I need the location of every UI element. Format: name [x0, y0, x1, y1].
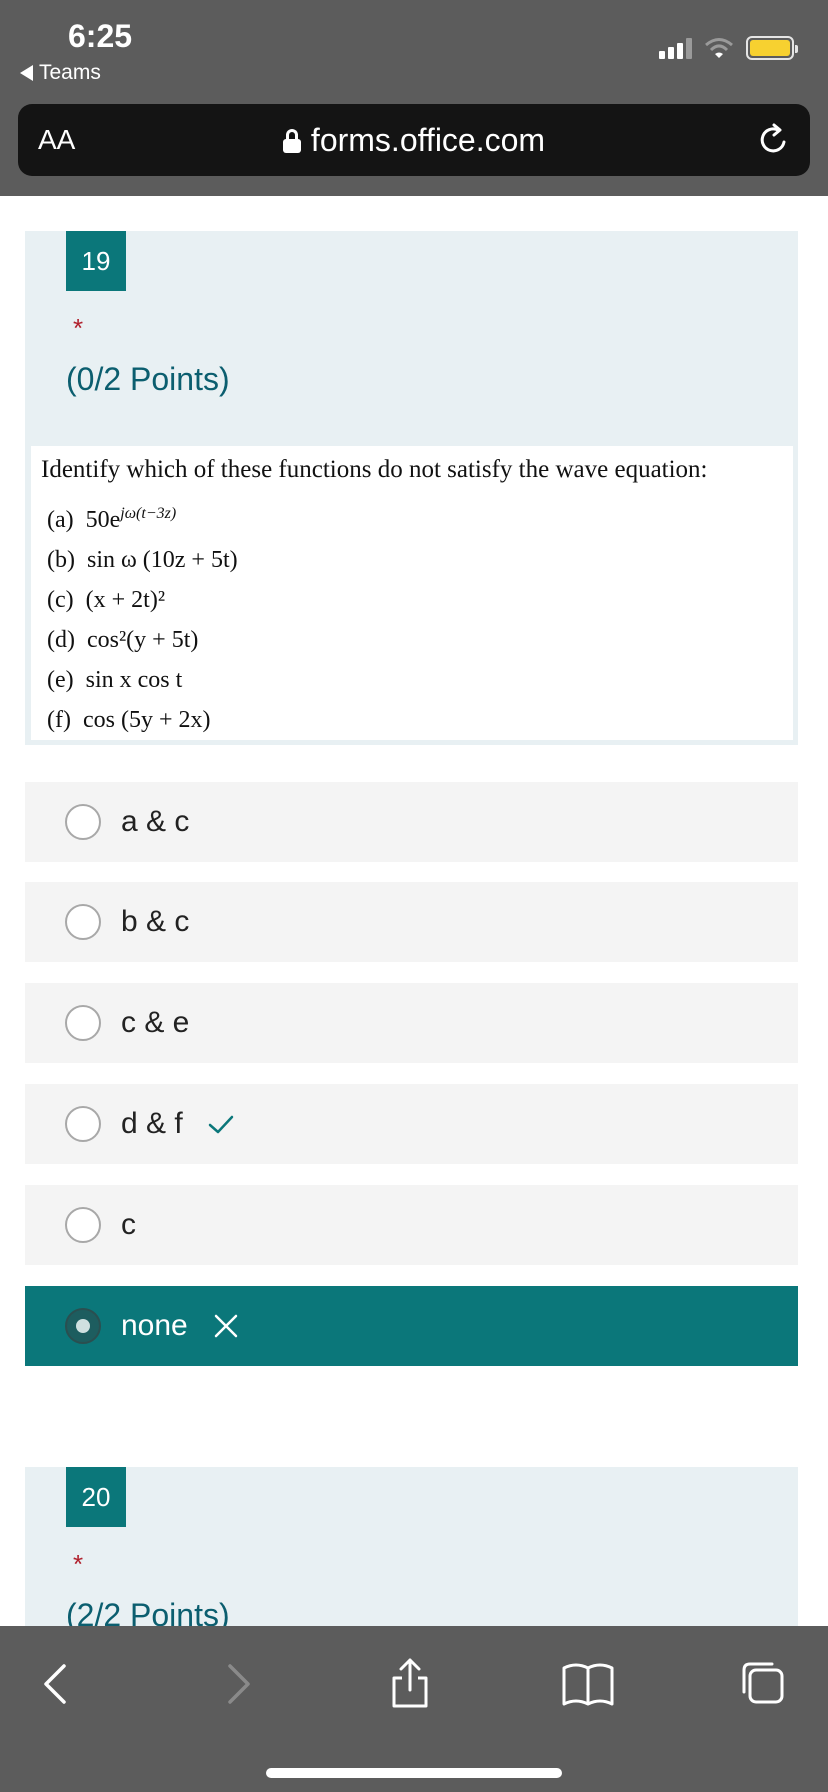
option-label: d & f — [121, 1107, 183, 1140]
status-indicators — [659, 36, 798, 60]
forward-chevron-icon[interactable] — [208, 1656, 264, 1712]
option-label: b & c — [121, 905, 190, 938]
cellular-signal-icon — [659, 37, 692, 59]
radio-button[interactable] — [65, 1106, 101, 1142]
back-to-app-link[interactable]: Teams — [20, 61, 101, 85]
question-number: 19 — [66, 231, 126, 291]
url-display[interactable]: forms.office.com — [18, 122, 810, 159]
option-label: a & c — [121, 805, 190, 838]
status-time: 6:25 — [68, 18, 133, 54]
function-e: (e) sin x cos t — [47, 667, 183, 693]
option-c-e[interactable]: c & e — [25, 983, 798, 1063]
function-d: (d) cos²(y + 5t) — [47, 627, 199, 653]
question-prompt: Identify which of these functions do not… — [41, 456, 708, 483]
reload-icon[interactable] — [754, 120, 794, 160]
question-points: (0/2 Points) — [66, 361, 230, 397]
correct-check-icon — [208, 1115, 233, 1134]
option-label: c & e — [121, 1006, 190, 1039]
share-icon[interactable] — [382, 1656, 438, 1712]
option-c[interactable]: c — [25, 1185, 798, 1265]
battery-icon — [746, 36, 798, 60]
function-f: (f) cos (5y + 2x) — [47, 707, 211, 733]
function-b: (b) sin ω (10z + 5t) — [47, 547, 238, 573]
option-label: c — [121, 1208, 136, 1241]
lock-icon — [282, 128, 301, 153]
required-mark: * — [73, 313, 84, 343]
wifi-icon — [705, 38, 733, 58]
function-a: (a) 50ejω(t−3z) — [47, 505, 177, 533]
back-chevron-icon[interactable] — [30, 1656, 86, 1712]
radio-button[interactable] — [65, 1005, 101, 1041]
url-text: forms.office.com — [310, 122, 546, 158]
radio-button-selected[interactable] — [65, 1308, 101, 1344]
option-a-c[interactable]: a & c — [25, 782, 798, 862]
radio-button[interactable] — [65, 1207, 101, 1243]
incorrect-x-icon — [214, 1314, 237, 1338]
question-number: 20 — [66, 1467, 126, 1527]
question-image: Identify which of these functions do not… — [31, 446, 793, 740]
address-bar[interactable]: AA forms.office.com — [18, 104, 810, 176]
option-b-c[interactable]: b & c — [25, 882, 798, 962]
question-20-card: 20 * (2/2 Points) — [25, 1467, 798, 1633]
radio-button[interactable] — [65, 804, 101, 840]
browser-toolbar — [0, 1626, 828, 1792]
status-bar: 6:25 Teams AA forms.office.com — [0, 0, 828, 196]
option-label: none — [121, 1309, 188, 1342]
tabs-icon[interactable] — [736, 1656, 792, 1712]
back-triangle-icon — [20, 65, 33, 81]
back-app-label: Teams — [39, 61, 101, 84]
radio-button[interactable] — [65, 904, 101, 940]
function-c: (c) (x + 2t)² — [47, 587, 166, 613]
option-none[interactable]: none — [25, 1286, 798, 1366]
option-d-f[interactable]: d & f — [25, 1084, 798, 1164]
required-mark: * — [73, 1549, 84, 1579]
home-indicator[interactable] — [266, 1768, 562, 1778]
bookmarks-icon[interactable] — [560, 1656, 616, 1712]
